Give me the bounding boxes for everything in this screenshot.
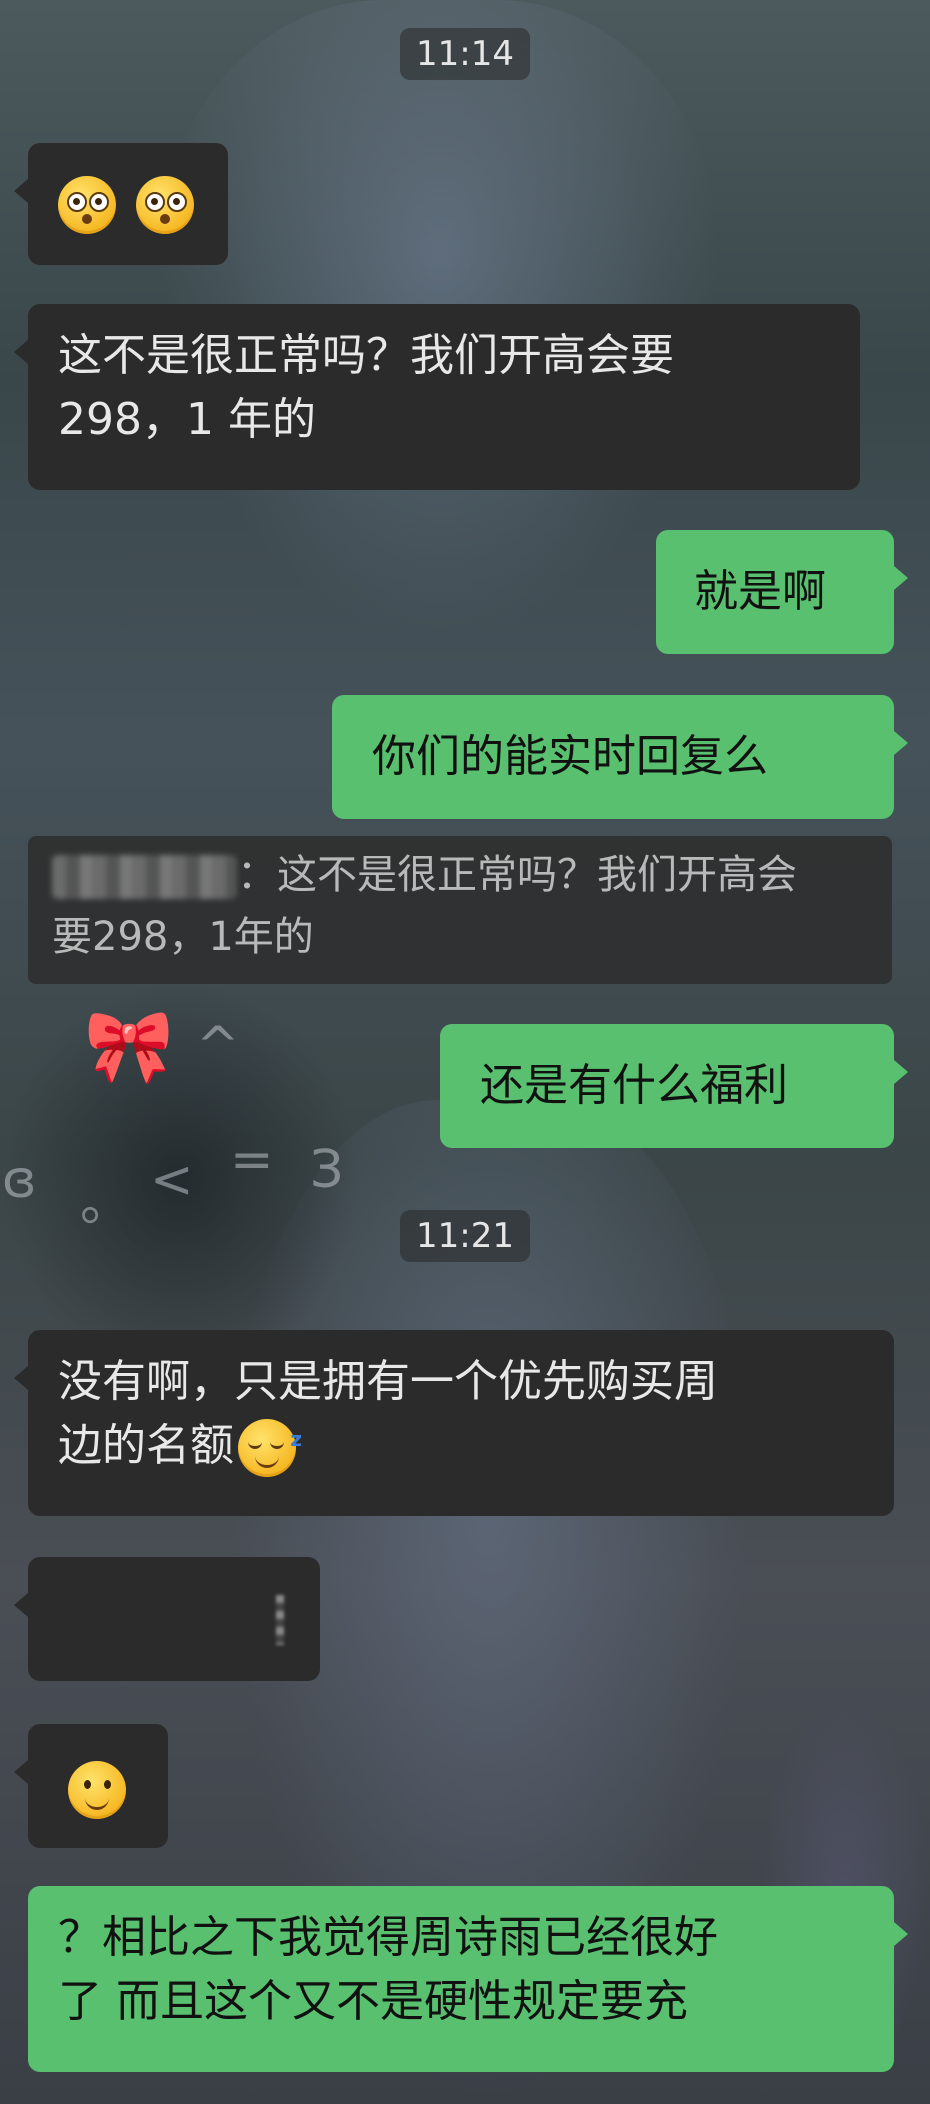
message-bubble-outgoing[interactable]: ？相比之下我觉得周诗雨已经很好 了 而且这个又不是硬性规定要充 [28, 1886, 908, 2072]
doodle: < [150, 1150, 194, 1210]
redacted-username [52, 855, 237, 899]
sleeping-face-icon: z [238, 1419, 302, 1477]
message-text: 了 而且这个又不是硬性规定要充 [58, 1976, 688, 2027]
bow-sticker: 🎀 [84, 1004, 174, 1088]
message-text: 你们的能实时回复么 [372, 731, 768, 782]
message-text: 就是啊 [694, 566, 826, 617]
quote-text: ：这不是很正常吗？我们开高会 [237, 852, 797, 898]
message-line: 边的名额 z [58, 1414, 864, 1478]
message-bubble-incoming[interactable]: 没有啊，只是拥有一个优先购买周 边的名额 z [14, 1330, 894, 1516]
message-text: ？相比之下我觉得周诗雨已经很好 [58, 1912, 718, 1963]
message-text: 298，1 年的 [58, 394, 316, 445]
doodle: 。 [80, 1173, 133, 1233]
message-bubble-incoming[interactable] [14, 1724, 168, 1848]
flushed-face-icon [136, 176, 194, 234]
doodle: З [310, 1140, 344, 1200]
message-bubble-outgoing[interactable]: 还是有什么福利 [440, 1024, 908, 1148]
doodle: = [230, 1130, 274, 1190]
message-text: 还是有什么福利 [480, 1060, 788, 1111]
message-bubble-incoming[interactable] [14, 143, 228, 265]
message-bubble-incoming[interactable] [14, 1557, 320, 1681]
timestamp: 11:21 [400, 1210, 530, 1262]
quote-line: ：这不是很正常吗？我们开高会 [52, 844, 868, 906]
redacted-content [276, 1595, 284, 1645]
message-text: 边的名额 [58, 1420, 234, 1471]
message-bubble-incoming[interactable]: 这不是很正常吗？我们开高会要 298，1 年的 [14, 304, 860, 490]
doodle: ^ [196, 1016, 240, 1076]
timestamp: 11:14 [400, 28, 530, 80]
doodle: ɞ [2, 1150, 37, 1210]
quote-text: 要298，1年的 [52, 914, 314, 960]
message-bubble-outgoing[interactable]: 你们的能实时回复么 [332, 695, 908, 819]
message-bubble-outgoing[interactable]: 就是啊 [656, 530, 908, 654]
message-text: 没有啊，只是拥有一个优先购买周 [58, 1356, 718, 1407]
slightly-smiling-face-icon [68, 1761, 126, 1819]
flushed-face-icon [58, 176, 116, 234]
quoted-message[interactable]: ：这不是很正常吗？我们开高会 要298，1年的 [28, 836, 892, 984]
message-text: 这不是很正常吗？我们开高会要 [58, 330, 674, 381]
